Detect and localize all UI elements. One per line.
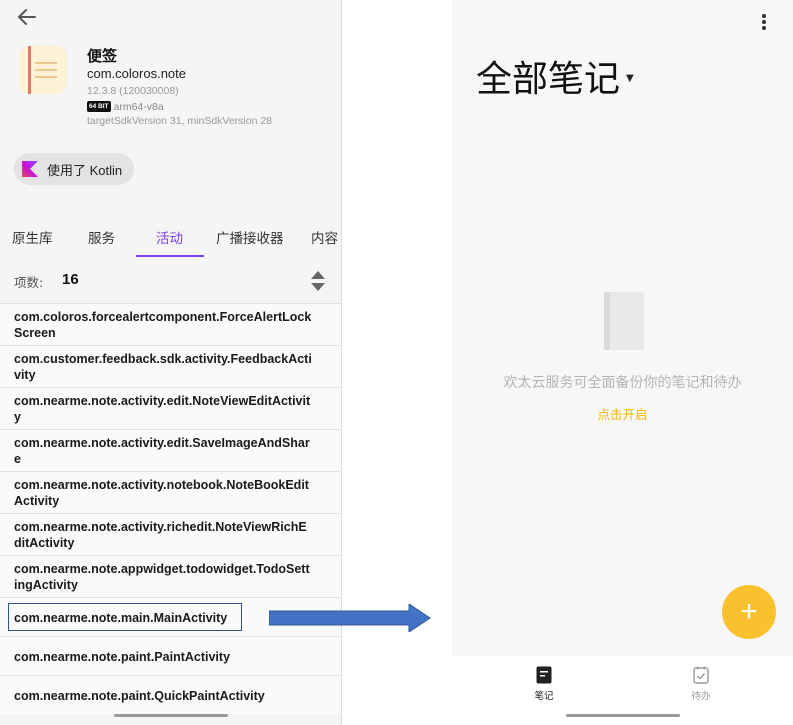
kotlin-chip[interactable]: 使用了 Kotlin [14,153,135,185]
tab-native-libs[interactable]: 原生库 [12,218,53,258]
list-item[interactable]: com.nearme.note.paint.QuickPaintActivity [0,675,341,714]
count-value: 16 [62,271,79,288]
nav-notes[interactable]: 笔记 [514,666,574,702]
tab-providers[interactable]: 内容 [311,218,338,258]
activity-name: com.nearme.note.activity.edit.NoteViewEd… [14,394,311,424]
count-label: 项数: [14,275,44,290]
activity-name: com.nearme.note.appwidget.todowidget.Tod… [14,562,310,592]
more-options-icon[interactable] [760,14,768,32]
empty-message: 欢太云服务可全面备份你的笔记和待办 [503,375,742,391]
component-tabs: 原生库 服务 活动 广播接收器 内容 [0,218,341,258]
abi-row: 64 BIT arm64-v8a [87,100,164,113]
tab-activities[interactable]: 活动 [156,218,183,258]
list-item[interactable]: com.coloros.forcealertcomponent.ForceAle… [0,303,341,345]
app-icon [19,46,67,94]
activity-name: com.coloros.forcealertcomponent.ForceAle… [14,310,312,340]
app-name: 便签 [87,47,118,65]
todo-icon [693,666,709,684]
notes-title[interactable]: 全部笔记 ▼ [476,50,634,102]
back-arrow-icon[interactable] [16,6,38,28]
sdk-version-text: targetSdkVersion 31, minSdkVersion 28 [87,115,273,127]
list-item[interactable]: com.nearme.note.activity.edit.NoteViewEd… [0,387,341,429]
add-note-button[interactable]: + [722,585,776,639]
activity-name: com.nearme.note.paint.PaintActivity [14,650,231,664]
sort-icon[interactable] [309,269,327,293]
active-tab-indicator [136,255,204,257]
activity-name: com.nearme.note.activity.richedit.NoteVi… [14,520,307,550]
notes-title-text: 全部笔记 [476,59,621,100]
tab-receivers[interactable]: 广播接收器 [216,218,284,258]
note-icon [536,666,552,684]
home-indicator [114,714,228,717]
64-bit-badge: 64 BIT [87,101,111,112]
home-indicator [566,714,680,717]
activity-name: com.nearme.note.activity.edit.SaveImageA… [14,436,310,466]
list-item[interactable]: com.nearme.note.activity.edit.SaveImageA… [0,429,341,471]
activity-name: com.customer.feedback.sdk.activity.Feedb… [14,352,312,382]
package-name: com.coloros.note [87,66,186,81]
activity-list: com.coloros.forcealertcomponent.ForceAle… [0,303,341,714]
list-item[interactable]: com.nearme.note.activity.richedit.NoteVi… [0,513,341,555]
empty-notebook-icon [604,292,644,350]
list-item[interactable]: com.nearme.note.activity.notebook.NoteBo… [0,471,341,513]
activity-name: com.nearme.note.paint.QuickPaintActivity [14,689,265,703]
nav-todo-label: 待办 [691,691,711,702]
plus-icon: + [740,595,758,628]
kotlin-icon [22,161,38,177]
abi-text: arm64-v8a [113,100,164,113]
list-item[interactable]: com.nearme.note.paint.PaintActivity [0,636,341,675]
activity-name: com.nearme.note.activity.notebook.NoteBo… [14,478,309,508]
tab-services[interactable]: 服务 [88,218,115,258]
enable-cloud-link[interactable]: 点击开启 [452,404,793,423]
nav-notes-label: 笔记 [534,691,554,702]
version-text: 12.3.8 (120030008) [87,85,179,97]
kotlin-chip-label: 使用了 Kotlin [47,162,123,178]
dropdown-caret-icon: ▼ [626,72,634,84]
highlight-box [8,603,242,631]
notes-screen: 全部笔记 ▼ 欢太云服务可全面备份你的笔记和待办 点击开启 + 笔记 待办 [452,0,793,725]
list-item[interactable]: com.nearme.note.appwidget.todowidget.Tod… [0,555,341,597]
count-row: 项数: 16 [0,260,341,302]
arrow-right-icon [269,604,431,632]
nav-todo[interactable]: 待办 [671,666,731,702]
list-item[interactable]: com.customer.feedback.sdk.activity.Feedb… [0,345,341,387]
